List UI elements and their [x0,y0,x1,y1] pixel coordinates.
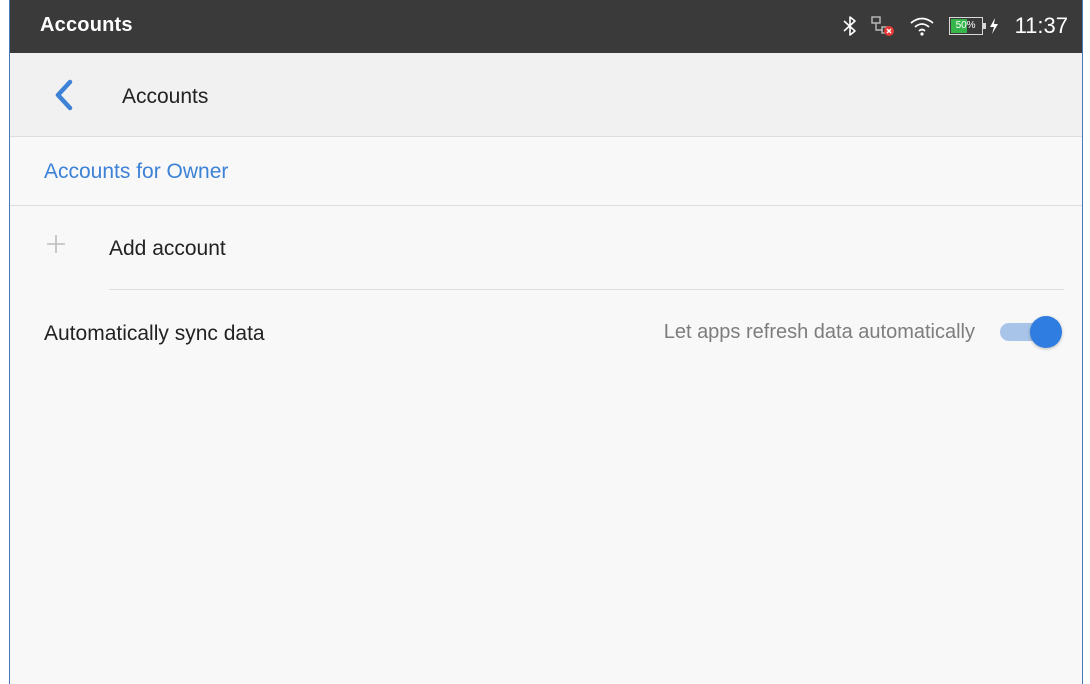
plus-icon [47,235,65,253]
battery-percent: 50% [955,20,976,31]
battery-indicator: 50% [948,17,999,35]
toggle-thumb [1030,316,1062,348]
back-button[interactable] [46,77,82,113]
toolbar: Accounts [10,53,1082,137]
bluetooth-icon [843,15,857,37]
status-time: 11:37 [1014,13,1068,38]
wifi-icon [909,15,935,37]
status-bar-app-title: Accounts [40,14,133,36]
page-title: Accounts [122,85,209,108]
status-icons: 50% 11:37 [843,11,1068,41]
ethernet-disconnected-icon [870,15,895,37]
auto-sync-toggle[interactable] [996,316,1062,348]
auto-sync-label: Automatically sync data [44,322,265,345]
charging-icon [989,18,998,34]
section-header: Accounts for Owner [10,137,1082,206]
auto-sync-summary: Let apps refresh data automatically [663,321,975,343]
status-bar: Accounts 50% 11:37 [10,0,1082,53]
chevron-left-icon [55,79,73,111]
battery-icon: 50% [948,17,986,35]
auto-sync-setting[interactable]: Automatically sync data Let apps refresh… [10,290,1082,374]
add-account-label: Add account [109,237,226,260]
screen: Accounts 50% 11:37 Accounts Accounts for… [9,0,1083,684]
section-header-label: Accounts for Owner [44,160,229,183]
add-account-item[interactable]: Add account [10,206,1082,290]
